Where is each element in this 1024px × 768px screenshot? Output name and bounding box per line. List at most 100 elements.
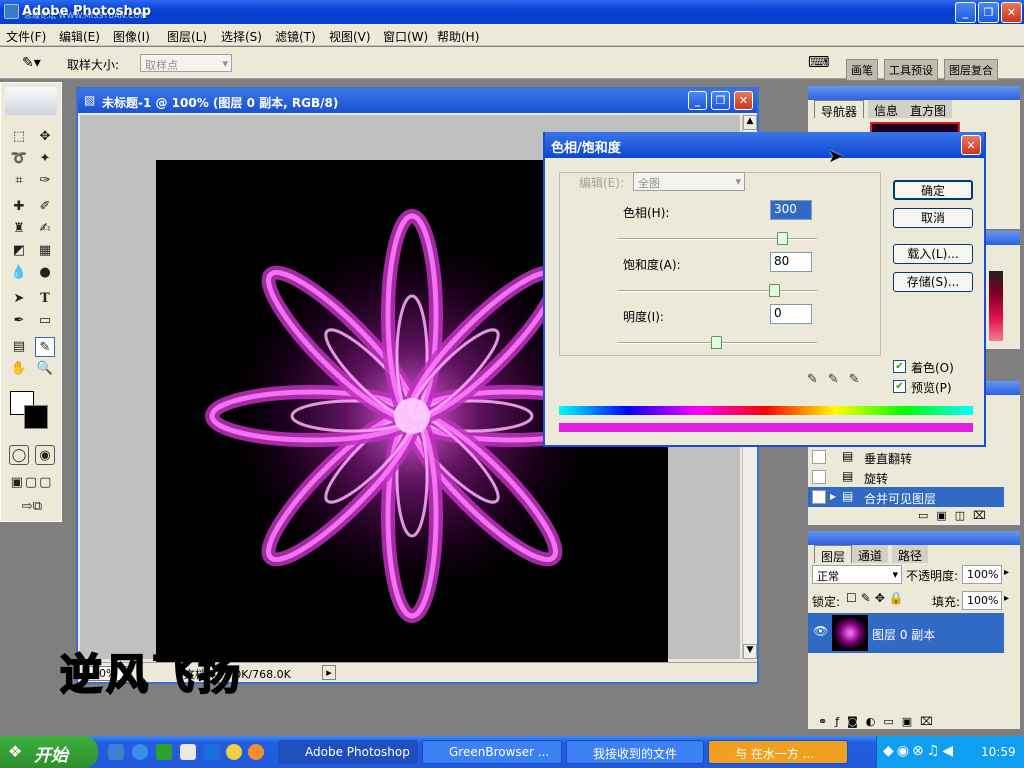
- healing-tool-icon[interactable]: ✚: [9, 197, 29, 217]
- pen-tool-icon[interactable]: ✒: [9, 311, 29, 331]
- preview-checkbox[interactable]: ✔: [893, 380, 906, 393]
- tab-navigator[interactable]: 导航器: [814, 100, 865, 119]
- standard-mode-icon[interactable]: ◯: [9, 445, 29, 465]
- slice-tool-icon[interactable]: ✑: [35, 171, 55, 191]
- zoom-tool-icon[interactable]: 🔍: [35, 359, 55, 379]
- menu-view[interactable]: 视图(V): [329, 28, 371, 45]
- menu-filter[interactable]: 滤镜(T): [275, 28, 316, 45]
- folder-icon[interactable]: [204, 744, 220, 760]
- start-button[interactable]: ❖ 开始: [0, 736, 98, 768]
- minimize-button[interactable]: _: [955, 2, 976, 23]
- tab-paths[interactable]: 路径: [892, 545, 929, 563]
- opacity-field[interactable]: 100%: [962, 565, 1002, 584]
- menu-select[interactable]: 选择(S): [221, 28, 262, 45]
- task-photoshop[interactable]: Adobe Photoshop: [278, 740, 418, 764]
- sample-size-select[interactable]: 取样点 ▾: [140, 54, 232, 72]
- eyedropper-tool-icon[interactable]: ✎: [35, 337, 55, 357]
- eyedropper-icons[interactable]: ✎✎✎: [807, 372, 870, 387]
- action-item-selected[interactable]: ▸ ▤ 合并可见图层: [808, 487, 1004, 507]
- actions-footer-icons[interactable]: ▭▣◫⌧: [918, 509, 994, 522]
- tab-info[interactable]: 信息: [868, 100, 905, 118]
- tab-brushes[interactable]: 画笔: [846, 59, 878, 81]
- history-brush-icon[interactable]: ✍: [35, 219, 55, 239]
- eraser-tool-icon[interactable]: ◩: [9, 241, 29, 261]
- blur-tool-icon[interactable]: 💧: [9, 263, 29, 283]
- gradient-tool-icon[interactable]: ▦: [35, 241, 55, 261]
- path-select-icon[interactable]: ➤: [9, 289, 29, 309]
- layers-footer-icons[interactable]: ⚭ƒ◙◐▭▣⌧: [818, 715, 941, 728]
- greenbrowser-quick-icon[interactable]: [156, 744, 172, 760]
- doc-maximize-button[interactable]: ❐: [711, 91, 730, 110]
- task-greenbrowser[interactable]: GreenBrowser ...: [422, 740, 562, 764]
- menu-bar: 文件(F) 编辑(E) 图像(I) 图层(L) 选择(S) 滤镜(T) 视图(V…: [0, 24, 1024, 46]
- saturation-input[interactable]: 80: [770, 252, 812, 272]
- action-item[interactable]: ▤ 旋转: [808, 467, 1004, 487]
- saturation-slider-track[interactable]: [617, 290, 817, 292]
- ok-button[interactable]: 确定: [893, 180, 973, 200]
- load-button[interactable]: 载入(L)...: [893, 244, 973, 264]
- fill-field[interactable]: 100%: [962, 591, 1002, 610]
- maximize-button[interactable]: ❐: [978, 2, 999, 23]
- fill-arrow-icon[interactable]: ▸: [1004, 593, 1009, 604]
- opacity-arrow-icon[interactable]: ▸: [1004, 567, 1009, 578]
- close-button[interactable]: ✕: [1001, 2, 1022, 23]
- saturation-slider-thumb[interactable]: [769, 284, 780, 297]
- hand-tool-icon[interactable]: ✋: [9, 359, 29, 379]
- show-desktop-icon[interactable]: [108, 744, 124, 760]
- doc-minimize-button[interactable]: _: [688, 91, 707, 110]
- screen-mode-icons[interactable]: ▣▢▢: [7, 473, 57, 493]
- tab-tool-presets[interactable]: 工具预设: [884, 59, 938, 81]
- menu-image[interactable]: 图像(I): [113, 28, 150, 45]
- quickmask-mode-icon[interactable]: ◉: [35, 445, 55, 465]
- hue-input[interactable]: 300: [770, 200, 812, 220]
- task-chat[interactable]: 与 在水一方 ...: [708, 740, 848, 764]
- ie-icon[interactable]: [132, 744, 148, 760]
- blend-mode-select[interactable]: 正常 ▾: [812, 565, 902, 584]
- menu-file[interactable]: 文件(F): [6, 28, 46, 45]
- marquee-tool-icon[interactable]: ⬚: [9, 127, 29, 147]
- result-color-bar: [559, 423, 973, 432]
- action-item[interactable]: ▤ 垂直翻转: [808, 447, 1004, 467]
- brush-tool-icon[interactable]: ✐: [35, 197, 55, 217]
- background-color[interactable]: [24, 405, 48, 429]
- dialog-close-button[interactable]: ✕: [961, 135, 981, 155]
- lightness-label: 明度(I):: [623, 310, 664, 324]
- jump-to-imageready-icon[interactable]: ⇨⧉: [7, 497, 57, 517]
- lasso-tool-icon[interactable]: ➰: [9, 149, 29, 169]
- tab-layer-comps[interactable]: 图层复合: [944, 59, 998, 81]
- layer-row[interactable]: 👁 图层 0 副本: [808, 613, 1004, 653]
- move-tool-icon[interactable]: ✥: [35, 127, 55, 147]
- lightness-input[interactable]: 0: [770, 304, 812, 324]
- cancel-button[interactable]: 取消: [893, 208, 973, 228]
- tray-icons[interactable]: ◆◉⊗♫◀: [883, 743, 956, 759]
- menu-layer[interactable]: 图层(L): [167, 28, 207, 45]
- shape-tool-icon[interactable]: ▭: [35, 311, 55, 331]
- swatch-colors[interactable]: [989, 271, 1003, 341]
- eyedropper-icon[interactable]: ✎▾: [22, 55, 41, 71]
- task-received-files[interactable]: 我接收到的文件: [566, 740, 704, 764]
- dodge-tool-icon[interactable]: ●: [35, 263, 55, 283]
- colorize-checkbox[interactable]: ✔: [893, 360, 906, 373]
- edit-select[interactable]: 全图 ▾: [633, 172, 745, 191]
- lock-icons[interactable]: ☐✎✥🔒: [846, 591, 908, 605]
- notes-tool-icon[interactable]: ▤: [9, 337, 29, 357]
- media-icon[interactable]: [180, 744, 196, 760]
- lightness-slider-thumb[interactable]: [711, 336, 722, 349]
- tab-channels[interactable]: 通道: [852, 545, 889, 563]
- file-browser-icon[interactable]: ⌨: [808, 53, 830, 71]
- menu-help[interactable]: 帮助(H): [437, 28, 479, 45]
- status-menu-arrow[interactable]: ▸: [322, 665, 336, 680]
- type-tool-icon[interactable]: T: [35, 289, 55, 309]
- save-button[interactable]: 存储(S)...: [893, 272, 973, 292]
- menu-window[interactable]: 窗口(W): [383, 28, 428, 45]
- tab-layers[interactable]: 图层: [814, 545, 853, 564]
- stamp-tool-icon[interactable]: ♜: [9, 219, 29, 239]
- tab-histogram[interactable]: 直方图: [904, 100, 953, 118]
- menu-edit[interactable]: 编辑(E): [59, 28, 100, 45]
- magic-wand-icon[interactable]: ✦: [35, 149, 55, 169]
- crop-tool-icon[interactable]: ⌗: [9, 171, 29, 191]
- hue-slider-thumb[interactable]: [777, 232, 788, 245]
- messenger-icon[interactable]: [248, 744, 264, 760]
- qq-icon[interactable]: [226, 744, 242, 760]
- doc-close-button[interactable]: ✕: [734, 91, 753, 110]
